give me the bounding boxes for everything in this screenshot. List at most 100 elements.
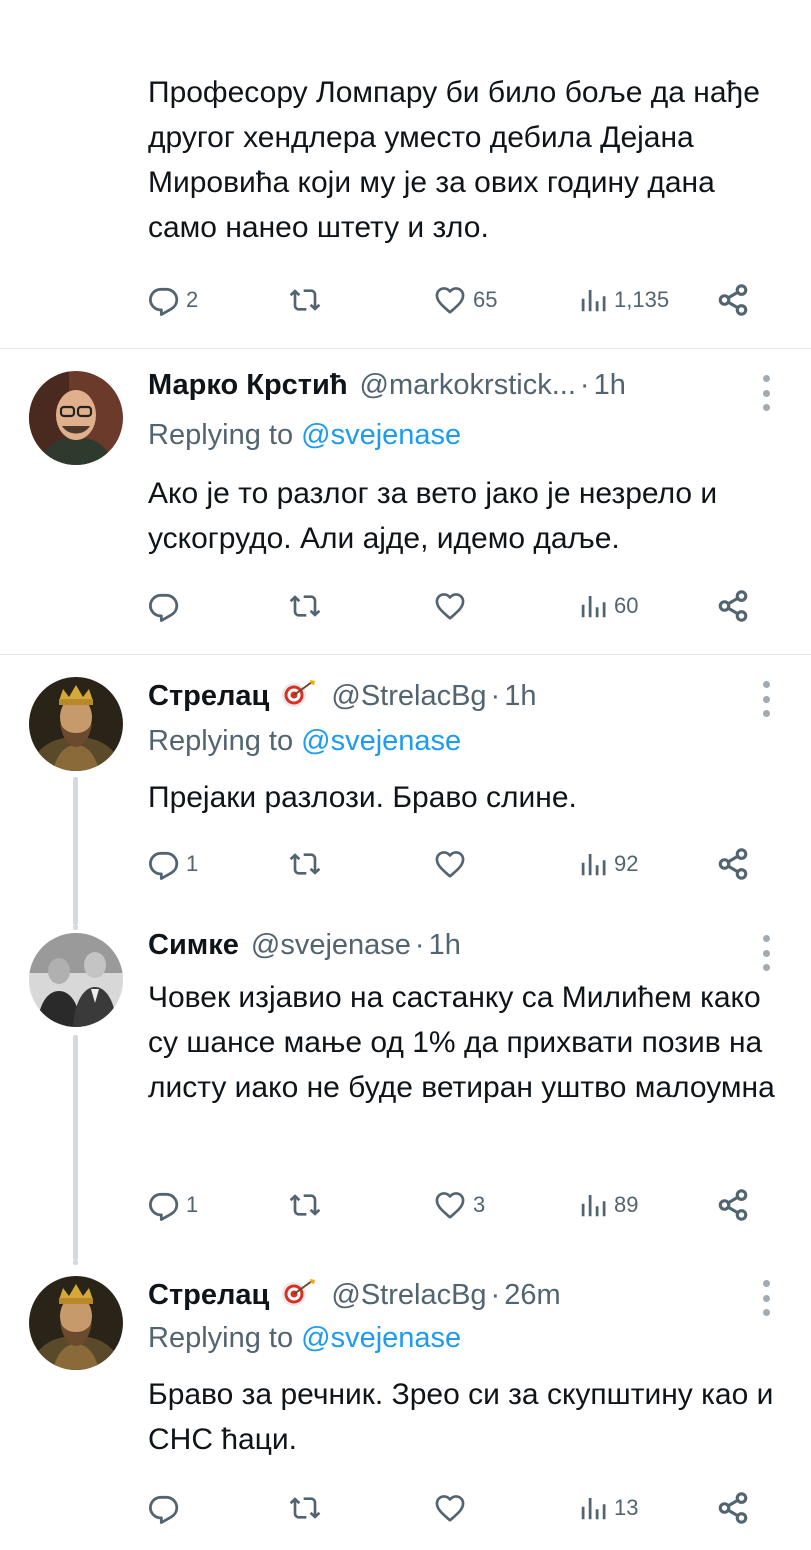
share-button[interactable] — [716, 280, 750, 320]
views-button[interactable]: 89 — [578, 1185, 638, 1225]
retweet-icon — [288, 1189, 322, 1221]
tweet[interactable]: Симке @svejenase · 1h Човек изјавио на с… — [0, 925, 811, 1260]
retweet-icon — [288, 284, 322, 316]
more-icon[interactable] — [761, 935, 771, 971]
retweet-button[interactable] — [288, 844, 322, 884]
more-icon[interactable] — [761, 375, 771, 411]
cut-off-text-line — [148, 0, 768, 16]
share-icon — [716, 1491, 750, 1525]
timestamp[interactable]: 1h — [594, 369, 626, 402]
views-icon — [578, 1493, 608, 1523]
reply-button[interactable] — [148, 586, 186, 626]
display-name[interactable]: Стрелац — [148, 680, 269, 713]
tweet-text: Прејаки разлози. Браво слине. — [148, 781, 577, 814]
thread-line — [73, 1260, 78, 1265]
user-handle[interactable]: @markokrstick... — [360, 369, 576, 402]
avatar[interactable] — [29, 933, 123, 1027]
timestamp[interactable]: 1h — [429, 929, 461, 962]
mention-link[interactable]: @svejenase — [301, 419, 461, 451]
display-name[interactable]: Симке — [148, 929, 239, 962]
avatar[interactable] — [29, 1276, 123, 1370]
heart-icon — [433, 1492, 467, 1524]
display-name[interactable]: Стрелац — [148, 1279, 269, 1312]
tweet[interactable]: Стрелац @StrelacBg · 1h Replying to @sve… — [0, 655, 811, 925]
user-handle[interactable]: @svejenase — [251, 929, 411, 962]
like-button[interactable] — [433, 586, 473, 626]
replying-to: Replying to @svejenase — [148, 1322, 461, 1355]
views-icon — [578, 591, 608, 621]
mention-link[interactable]: @svejenase — [301, 1322, 461, 1354]
replying-to-label: Replying to — [148, 419, 294, 451]
avatar[interactable] — [29, 371, 123, 465]
like-button[interactable]: 65 — [433, 280, 497, 320]
more-icon[interactable] — [761, 681, 771, 717]
thread-line — [73, 1035, 78, 1260]
reply-button[interactable]: 1 — [148, 844, 198, 884]
tweet-header: Марко Крстић @markokrstick... · 1h — [148, 369, 751, 409]
share-icon — [716, 1188, 750, 1222]
reply-count: 1 — [186, 851, 199, 876]
tweet[interactable]: Стрелац @StrelacBg · 26m Replying to @sv… — [0, 1260, 811, 1550]
retweet-button[interactable] — [288, 586, 322, 626]
heart-icon — [433, 848, 467, 880]
retweet-button[interactable] — [288, 1185, 322, 1225]
separator-dot: · — [490, 680, 501, 712]
timestamp[interactable]: 1h — [504, 680, 536, 713]
mention-link[interactable]: @svejenase — [301, 725, 461, 757]
heart-icon — [433, 590, 467, 622]
retweet-icon — [288, 1492, 322, 1524]
share-button[interactable] — [716, 586, 750, 626]
avatar[interactable] — [29, 677, 123, 771]
reply-icon — [148, 590, 180, 622]
tweet[interactable]: Марко Крстић @markokrstick... · 1h Reply… — [0, 349, 811, 654]
views-count: 13 — [614, 1495, 639, 1520]
thread-line — [73, 777, 78, 925]
views-icon — [578, 285, 608, 315]
reply-icon — [148, 848, 180, 880]
reply-count: 2 — [186, 287, 199, 312]
views-count: 89 — [614, 1192, 639, 1217]
archery-target-icon — [279, 1278, 319, 1308]
retweet-button[interactable] — [288, 1488, 322, 1528]
reply-button[interactable]: 2 — [148, 280, 198, 320]
views-button[interactable]: 60 — [578, 586, 638, 626]
views-button[interactable]: 92 — [578, 844, 638, 884]
tweet-actions: 1 3 89 — [148, 1185, 763, 1225]
like-button[interactable] — [433, 1488, 473, 1528]
replying-to-label: Replying to — [148, 1322, 294, 1354]
reply-count: 1 — [186, 1192, 199, 1217]
replying-to-label: Replying to — [148, 725, 294, 757]
thread-line — [73, 925, 78, 930]
like-count: 65 — [473, 287, 498, 312]
replying-to: Replying to @svejenase — [148, 419, 461, 452]
reply-button[interactable]: 1 — [148, 1185, 198, 1225]
views-icon — [578, 1190, 608, 1220]
retweet-button[interactable] — [288, 280, 322, 320]
share-button[interactable] — [716, 1185, 750, 1225]
tweet-text: Човек изјавио на састанку са Милићем как… — [148, 981, 775, 1104]
user-handle[interactable]: @StrelacBg — [331, 1279, 486, 1312]
views-button[interactable]: 13 — [578, 1488, 638, 1528]
display-name[interactable]: Марко Крстић — [148, 369, 348, 402]
tweet-top[interactable]: Професору Ломпару би било боље да нађе д… — [0, 0, 811, 348]
views-count: 60 — [614, 593, 639, 618]
reply-icon — [148, 1492, 180, 1524]
like-button[interactable] — [433, 844, 473, 884]
user-handle[interactable]: @StrelacBg — [331, 680, 486, 713]
heart-icon — [433, 1189, 467, 1221]
more-icon[interactable] — [761, 1280, 771, 1316]
share-button[interactable] — [716, 1488, 750, 1528]
tweet-text: Браво за речник. Зрео си за скупштину ка… — [148, 1378, 774, 1456]
views-button[interactable]: 1,135 — [578, 280, 669, 320]
reply-icon — [148, 284, 180, 316]
like-count: 3 — [473, 1192, 486, 1217]
share-button[interactable] — [716, 844, 750, 884]
tweet-text: Ако је то разлог за вето јако је незрело… — [148, 477, 718, 555]
timestamp[interactable]: 26m — [504, 1279, 560, 1312]
like-button[interactable]: 3 — [433, 1185, 485, 1225]
tweet-header: Симке @svejenase · 1h — [148, 929, 751, 969]
share-icon — [716, 283, 750, 317]
reply-button[interactable] — [148, 1488, 186, 1528]
tweet-actions: 1 92 — [148, 844, 763, 884]
views-count: 92 — [614, 851, 639, 876]
